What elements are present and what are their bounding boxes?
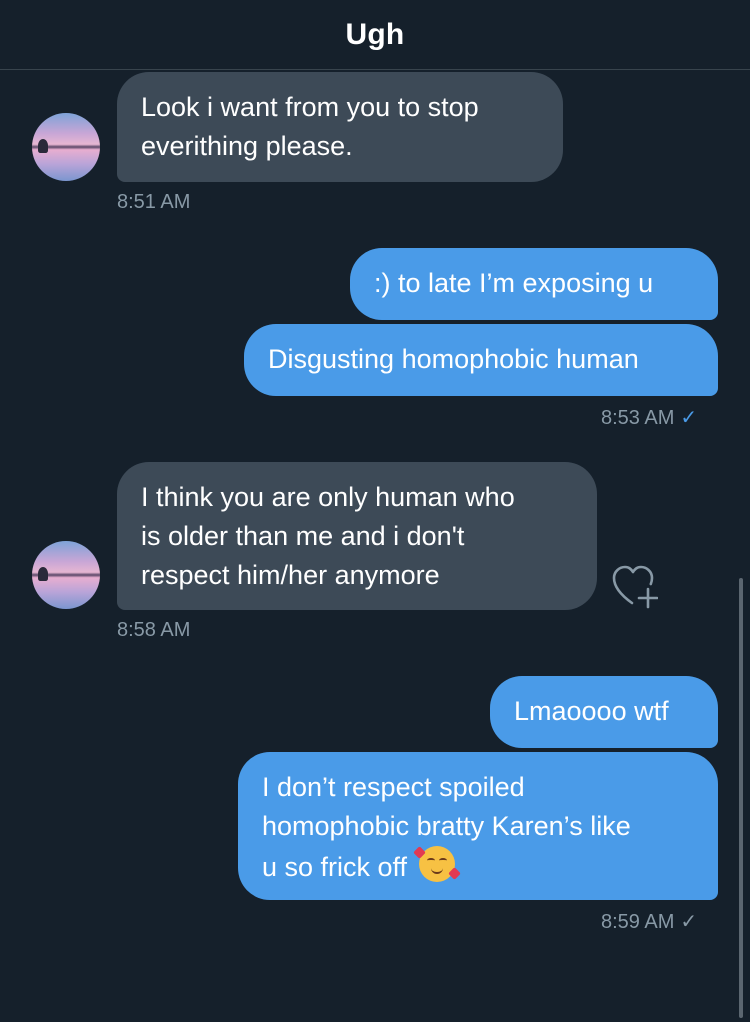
message-bubble-outgoing[interactable]: :) to late I’m exposing u [350,248,718,320]
message-line: I don’t respect spoiled [262,772,525,802]
smiling-face-with-hearts-emoji [418,846,455,882]
conversation-header: Ugh [0,0,750,70]
message-bubble-incoming[interactable]: Look i want from you to stop everithing … [117,72,563,182]
message-line: Lmaoooo wtf [514,696,669,726]
heart-add-icon[interactable] [612,565,658,609]
conversation-title[interactable]: Ugh [346,18,405,52]
message-timestamp: 8:58 AM [117,619,191,641]
message-line: everithing please. [141,131,353,161]
message-bubble-outgoing[interactable]: Disgusting homophobic human [244,324,718,396]
avatar[interactable] [32,113,100,181]
message-line-with-emoji: u so frick off [262,846,694,887]
message-line: homophobic bratty Karen’s like [262,811,631,841]
message-timestamp-row: 8:53 AM ✓ [601,405,697,430]
message-line: respect him/her anymore [141,560,440,590]
check-icon: ✓ [680,407,698,429]
check-icon: ✓ [680,911,698,933]
message-line: Look i want from you to stop [141,92,479,122]
message-bubble-incoming[interactable]: I think you are only human who is older … [117,462,597,610]
avatar[interactable] [32,541,100,609]
message-timestamp-row: 8:59 AM ✓ [601,909,697,934]
message-timestamp: 8:59 AM [601,911,675,933]
message-line: is older than me and i don't [141,521,465,551]
message-bubble-outgoing[interactable]: Lmaoooo wtf [490,676,718,748]
message-line: Disgusting homophobic human [268,344,639,374]
message-timestamp: 8:51 AM [117,191,191,213]
scrollbar[interactable] [739,578,743,1018]
message-line: :) to late I’m exposing u [374,268,654,298]
message-timestamp: 8:53 AM [601,407,675,429]
message-line: u so frick off [262,852,408,882]
message-bubble-outgoing[interactable]: I don’t respect spoiled homophobic bratt… [238,752,718,900]
message-line: I think you are only human who [141,482,515,512]
